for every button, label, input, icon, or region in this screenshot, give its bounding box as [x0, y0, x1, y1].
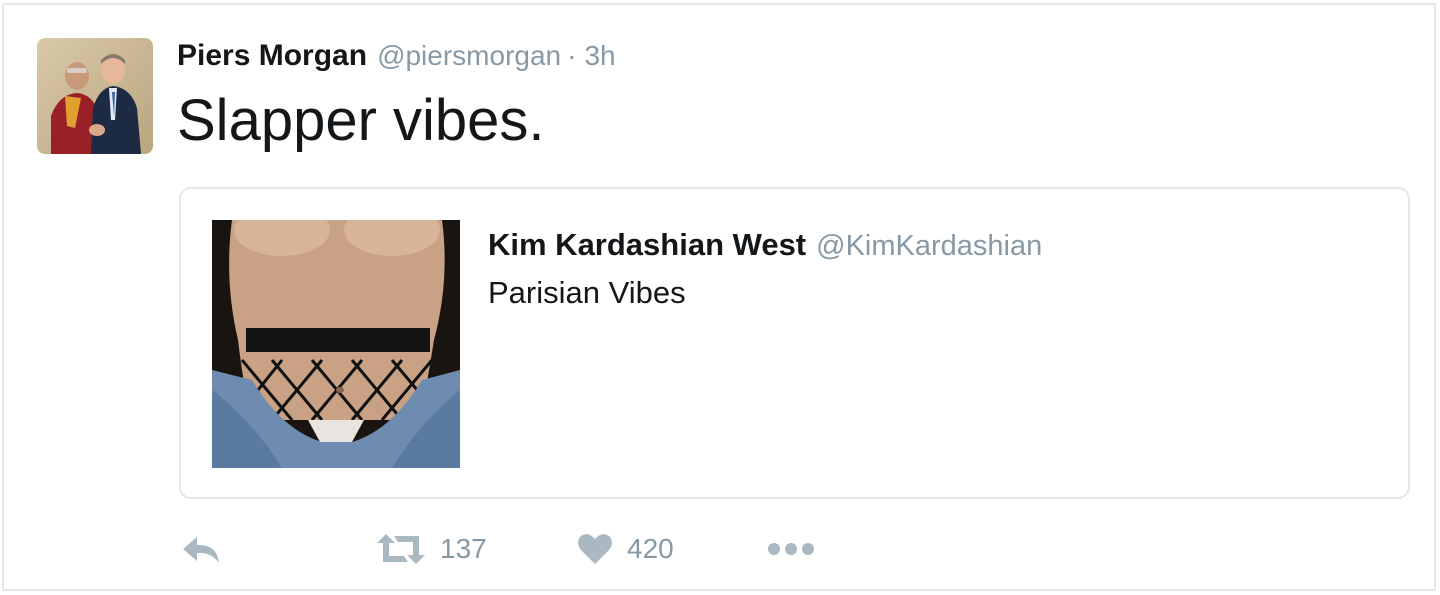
tweet-header: Piers Morgan @piersmorgan · 3h	[177, 39, 616, 79]
retweet-button[interactable]: 137	[376, 527, 487, 571]
more-dots-icon	[768, 543, 814, 555]
tweet-card[interactable]: Piers Morgan @piersmorgan · 3h Slapper v…	[2, 3, 1436, 591]
author-avatar[interactable]	[37, 38, 153, 154]
tweet-text: Slapper vibes.	[177, 88, 545, 153]
like-button[interactable]: 420	[577, 527, 674, 571]
quoted-author-name[interactable]: Kim Kardashian West	[488, 227, 806, 263]
quoted-tweet[interactable]: Kim Kardashian West @KimKardashian Paris…	[179, 187, 1410, 499]
author-name[interactable]: Piers Morgan	[177, 39, 367, 73]
reply-button[interactable]	[181, 527, 221, 571]
separator-dot: ·	[567, 40, 577, 71]
like-count: 420	[627, 533, 674, 564]
more-button[interactable]	[767, 527, 815, 571]
quoted-tweet-text: Parisian Vibes	[488, 275, 686, 310]
avatar-photo	[37, 38, 153, 154]
quoted-tweet-image[interactable]	[212, 220, 460, 468]
tweet-actions: 137 420	[179, 527, 879, 571]
tweet-timestamp[interactable]: 3h	[584, 40, 615, 72]
retweet-count: 137	[440, 533, 487, 564]
quoted-tweet-header: Kim Kardashian West @KimKardashian	[488, 227, 1042, 263]
quoted-photo	[212, 220, 460, 468]
heart-icon	[578, 534, 612, 564]
retweet-icon	[377, 534, 425, 564]
author-handle[interactable]: @piersmorgan	[377, 40, 561, 72]
quoted-author-handle[interactable]: @KimKardashian	[816, 230, 1042, 263]
reply-icon	[183, 537, 219, 563]
